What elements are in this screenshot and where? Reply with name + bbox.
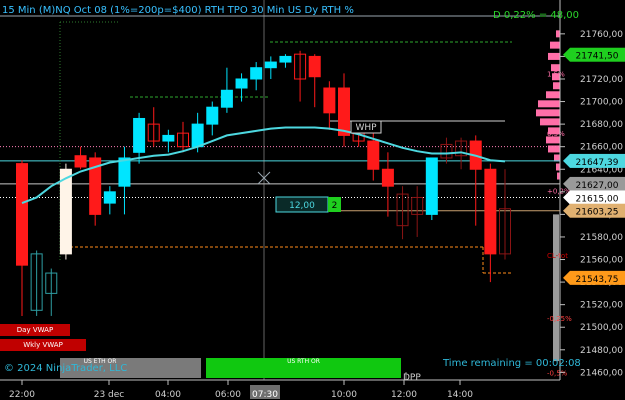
- price-tick-label: 21760,00: [580, 30, 623, 40]
- price-badge-label: 21627,00: [576, 181, 619, 191]
- profile-bar: [536, 109, 560, 117]
- chart-title: 15 Min (M)NQ Oct 08 (1%=200p=$400) RTH T…: [2, 5, 354, 16]
- chart-window[interactable]: 1,5% 0,5% +0,2% CL-tot -0,25% -0,5% WHP 12,00 2 D…: [0, 0, 625, 400]
- candle-body: [133, 117, 146, 153]
- candle-body: [59, 168, 72, 255]
- profile-bar: [540, 118, 560, 126]
- wkly-vwap-label: Wkly VWAP: [0, 339, 86, 351]
- candle-body: [16, 163, 28, 266]
- candle-body: [206, 106, 219, 125]
- price-chart[interactable]: 1,5%0,5%+0,2%CL-tot-0,25%-0,5%WHP12,00 2D…: [0, 0, 625, 400]
- time-cursor-label: 07:30: [252, 390, 278, 400]
- profile-bar: [548, 52, 560, 60]
- time-tick-label: 06:00: [215, 390, 241, 400]
- price-tick-label: 21460,00: [580, 368, 623, 378]
- candle-body: [220, 89, 233, 108]
- profile-bar: [556, 163, 560, 171]
- profile-percent-label: -0,5%: [547, 369, 568, 377]
- candle-body: [191, 123, 204, 148]
- day-vwap-label: Day VWAP: [0, 324, 70, 336]
- measure-badge-text: 2: [332, 201, 338, 211]
- candle-body: [162, 134, 175, 142]
- price-tick-label: 21660,00: [580, 143, 623, 153]
- candle-body: [103, 191, 116, 204]
- volume-profile: [536, 30, 560, 362]
- time-tick-label: 23 dec: [94, 390, 125, 400]
- candle-body: [338, 87, 350, 136]
- whp-label: WHP: [355, 123, 377, 133]
- copyright-text: © 2024 NinjaTrader, LLC: [4, 363, 128, 374]
- measure-value: 12,00: [289, 201, 315, 211]
- candle-body: [279, 55, 292, 63]
- price-badge-pointer: [563, 270, 570, 285]
- price-badge-label: 21647,39: [576, 158, 619, 168]
- candle-body: [484, 168, 497, 255]
- rth-or-label: US RTH OR: [287, 358, 320, 365]
- candle-body: [235, 78, 248, 89]
- profile-percent-label: CL-tot: [547, 252, 568, 260]
- profile-grey-bar: [553, 214, 559, 362]
- time-tick-label: 10:00: [331, 390, 357, 400]
- profile-bar: [556, 30, 560, 38]
- candle-body: [264, 61, 277, 69]
- candle-body: [323, 87, 336, 114]
- daily-change-label: D 0,22% = 48,00: [493, 10, 580, 21]
- profile-percent-label: 1,5%: [547, 70, 565, 78]
- profile-percent-label: 0,5%: [547, 130, 565, 138]
- candle-body: [308, 55, 321, 78]
- time-tick-label: 14:00: [447, 390, 473, 400]
- price-tick-label: 21500,00: [580, 323, 623, 333]
- price-badge-pointer: [563, 47, 570, 62]
- profile-bar: [553, 82, 560, 90]
- price-badge-label: 21615,00: [576, 194, 619, 204]
- price-badge-pointer: [563, 153, 570, 168]
- price-tick-label: 21480,00: [580, 346, 623, 356]
- price-tick-label: 21680,00: [580, 120, 623, 130]
- candle-body: [425, 157, 438, 215]
- profile-bar: [550, 41, 560, 49]
- candle-body: [381, 168, 394, 187]
- price-badge-pointer: [563, 203, 570, 218]
- price-badge-label: 21543,75: [576, 275, 619, 285]
- candle-body: [118, 157, 131, 187]
- time-tick-label: 04:00: [155, 390, 181, 400]
- profile-bar: [546, 91, 560, 99]
- price-badge-label: 21603,25: [576, 208, 619, 218]
- price-tick-label: 21520,00: [580, 301, 623, 311]
- candle-body: [250, 67, 263, 80]
- dpp-label: DPP: [403, 373, 421, 383]
- price-tick-label: 21720,00: [580, 75, 623, 85]
- price-tick-label: 21560,00: [580, 256, 623, 266]
- candle-body: [74, 155, 87, 168]
- time-tick-label: 22:00: [9, 390, 35, 400]
- candle-body: [367, 140, 380, 170]
- price-tick-label: 21580,00: [580, 233, 623, 243]
- profile-bar: [538, 100, 560, 108]
- time-axis[interactable]: 22:00 23 dec 04:00 06:00 10:00 12:00 14:00 07:3…: [0, 379, 560, 400]
- candlesticks: [16, 50, 511, 316]
- time-tick-label: 12:00: [391, 390, 417, 400]
- price-tick-label: 21700,00: [580, 98, 623, 108]
- time-remaining-text: Time remaining = 00:02:08: [443, 358, 581, 369]
- price-badge-label: 21741,50: [576, 52, 619, 62]
